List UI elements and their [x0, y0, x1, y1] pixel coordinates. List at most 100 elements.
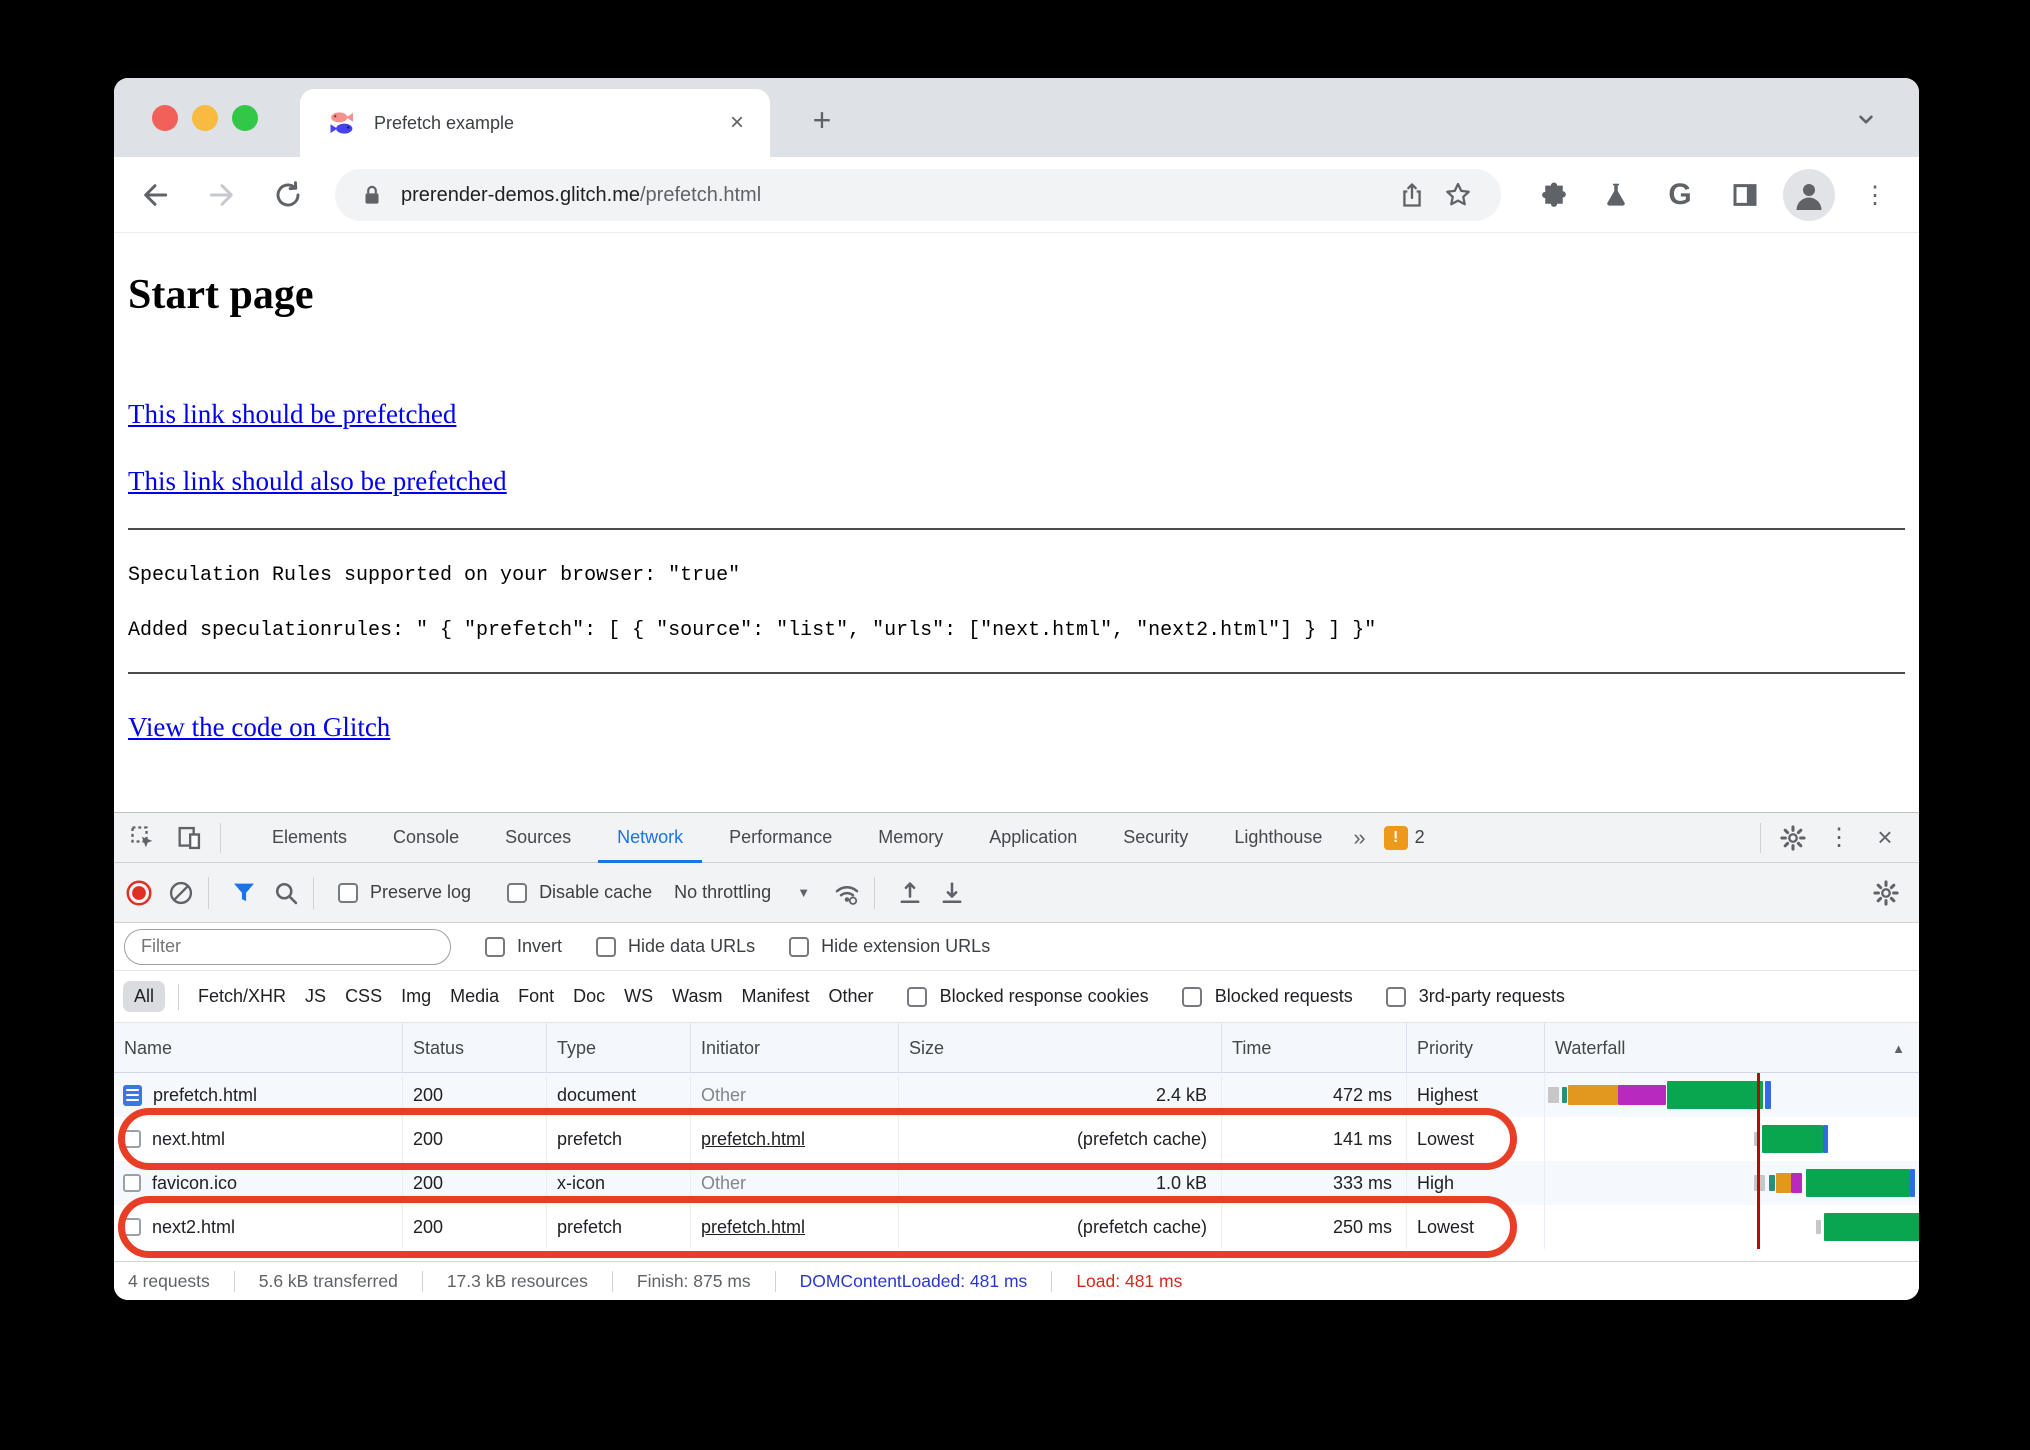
zoom-window-button[interactable]: [232, 105, 258, 131]
network-settings-gear-icon[interactable]: [1869, 876, 1903, 910]
profile-avatar[interactable]: [1783, 169, 1835, 221]
chip-css[interactable]: CSS: [345, 986, 382, 1007]
invert-checkbox[interactable]: Invert: [485, 936, 562, 957]
checkbox-icon[interactable]: [507, 882, 528, 903]
tab-memory[interactable]: Memory: [855, 813, 966, 863]
tab-console[interactable]: Console: [370, 813, 482, 863]
devtools-panel: Elements Console Sources Network Perform…: [114, 812, 1919, 1300]
column-header-type[interactable]: Type: [547, 1023, 691, 1073]
flask-icon[interactable]: [1597, 176, 1635, 214]
preserve-log-checkbox[interactable]: Preserve log: [338, 882, 471, 903]
filter-input[interactable]: [124, 928, 451, 965]
clear-network-log-icon[interactable]: [164, 876, 198, 910]
checkbox-icon[interactable]: [338, 882, 358, 903]
chip-all[interactable]: All: [123, 981, 166, 1012]
glitch-code-link[interactable]: View the code on Glitch: [128, 712, 390, 743]
checkbox-icon[interactable]: [596, 936, 617, 957]
column-header-time[interactable]: Time: [1222, 1023, 1407, 1073]
new-tab-button[interactable]: +: [802, 100, 842, 140]
checkbox-icon[interactable]: [485, 936, 505, 957]
google-g-icon[interactable]: G: [1661, 176, 1699, 214]
devtools-close-icon[interactable]: ×: [1867, 820, 1903, 856]
network-request-list: prefetch.html 200 document Other 2.4 kB …: [114, 1073, 1919, 1249]
request-initiator-link[interactable]: prefetch.html: [691, 1117, 899, 1161]
import-har-icon[interactable]: [893, 876, 927, 910]
chip-wasm[interactable]: Wasm: [672, 986, 722, 1007]
checkbox-icon[interactable]: [1181, 986, 1202, 1007]
blocked-requests-checkbox[interactable]: Blocked requests: [1181, 986, 1353, 1007]
prefetch-link-1[interactable]: This link should be prefetched: [128, 399, 456, 430]
tab-close-icon[interactable]: ×: [726, 109, 748, 137]
device-toolbar-icon[interactable]: [172, 821, 206, 855]
chip-ws[interactable]: WS: [624, 986, 653, 1007]
browser-tab[interactable]: Prefetch example ×: [300, 89, 770, 157]
devtools-menu-kebab-icon[interactable]: ⋮: [1821, 820, 1857, 856]
address-bar[interactable]: prerender-demos.glitch.me/prefetch.html: [335, 169, 1501, 221]
disable-cache-checkbox[interactable]: Disable cache: [507, 882, 652, 903]
tab-lighthouse[interactable]: Lighthouse: [1211, 813, 1345, 863]
finish-time: Finish: 875 ms: [611, 1271, 775, 1292]
checkbox-icon[interactable]: [789, 936, 810, 957]
table-row-next-html[interactable]: next.html 200 prefetch prefetch.html (pr…: [114, 1117, 1919, 1161]
chip-doc[interactable]: Doc: [573, 986, 605, 1007]
search-icon[interactable]: [269, 876, 303, 910]
tab-application[interactable]: Application: [966, 813, 1100, 863]
table-row-favicon-ico[interactable]: favicon.ico 200 x-icon Other 1.0 kB 333 …: [114, 1161, 1919, 1205]
browser-menu-kebab-icon[interactable]: ⋮: [1856, 176, 1894, 214]
invert-label: Invert: [517, 936, 563, 956]
chip-other[interactable]: Other: [829, 986, 874, 1007]
chip-js[interactable]: JS: [305, 986, 326, 1007]
checkbox-icon[interactable]: [906, 986, 927, 1007]
tab-sources[interactable]: Sources: [482, 813, 594, 863]
close-window-button[interactable]: [152, 105, 178, 131]
throttling-dropdown[interactable]: No throttling ▼: [674, 882, 810, 903]
share-button[interactable]: [1389, 172, 1435, 218]
devtools-settings-gear-icon[interactable]: [1775, 820, 1811, 856]
column-header-name[interactable]: Name: [114, 1023, 403, 1073]
tab-network[interactable]: Network: [594, 813, 706, 863]
export-har-icon[interactable]: [935, 876, 969, 910]
hide-data-urls-checkbox[interactable]: Hide data URLs: [596, 936, 755, 957]
chip-img[interactable]: Img: [401, 986, 431, 1007]
column-header-size[interactable]: Size: [899, 1023, 1222, 1073]
back-button[interactable]: [136, 176, 174, 214]
column-header-waterfall[interactable]: Waterfall ▲: [1545, 1023, 1919, 1073]
reload-button[interactable]: [269, 176, 307, 214]
bookmark-star-icon[interactable]: [1435, 172, 1481, 218]
tab-search-chevron-icon[interactable]: [1853, 106, 1879, 132]
record-network-log-button[interactable]: [122, 876, 156, 910]
tab-elements[interactable]: Elements: [249, 813, 370, 863]
third-party-requests-checkbox[interactable]: 3rd-party requests: [1385, 986, 1565, 1007]
hide-extension-urls-label: Hide extension URLs: [821, 936, 991, 956]
request-initiator-link[interactable]: prefetch.html: [691, 1205, 899, 1249]
chip-font[interactable]: Font: [518, 986, 554, 1007]
request-priority: Lowest: [1407, 1205, 1545, 1249]
request-name: prefetch.html: [153, 1084, 258, 1105]
url-path: /prefetch.html: [640, 183, 762, 206]
inspect-element-icon[interactable]: [126, 821, 160, 855]
minimize-window-button[interactable]: [192, 105, 218, 131]
checkbox-icon[interactable]: [1385, 986, 1406, 1007]
sort-ascending-icon[interactable]: ▲: [1892, 1041, 1905, 1056]
column-header-initiator[interactable]: Initiator: [691, 1023, 899, 1073]
prefetch-link-2[interactable]: This link should also be prefetched: [128, 466, 507, 497]
side-panel-icon[interactable]: [1726, 176, 1764, 214]
extensions-puzzle-icon[interactable]: [1535, 176, 1573, 214]
more-tabs-chevron-icon[interactable]: »: [1353, 825, 1365, 851]
column-header-status[interactable]: Status: [403, 1023, 547, 1073]
chip-media[interactable]: Media: [450, 986, 499, 1007]
blocked-response-cookies-checkbox[interactable]: Blocked response cookies: [906, 986, 1149, 1007]
table-row-next2-html[interactable]: next2.html 200 prefetch prefetch.html (p…: [114, 1205, 1919, 1249]
tab-performance[interactable]: Performance: [706, 813, 855, 863]
hide-extension-urls-checkbox[interactable]: Hide extension URLs: [789, 936, 990, 957]
table-row-prefetch-html[interactable]: prefetch.html 200 document Other 2.4 kB …: [114, 1073, 1919, 1117]
tab-security[interactable]: Security: [1100, 813, 1211, 863]
filter-funnel-icon[interactable]: [227, 876, 261, 910]
chip-manifest[interactable]: Manifest: [742, 986, 810, 1007]
network-summary-bar: 4 requests 5.6 kB transferred 17.3 kB re…: [114, 1261, 1919, 1300]
chip-fetch-xhr[interactable]: Fetch/XHR: [198, 986, 286, 1007]
network-conditions-icon[interactable]: [830, 876, 864, 910]
issues-badge[interactable]: ! 2: [1383, 825, 1425, 850]
column-header-priority[interactable]: Priority: [1407, 1023, 1545, 1073]
forward-button[interactable]: [203, 176, 241, 214]
